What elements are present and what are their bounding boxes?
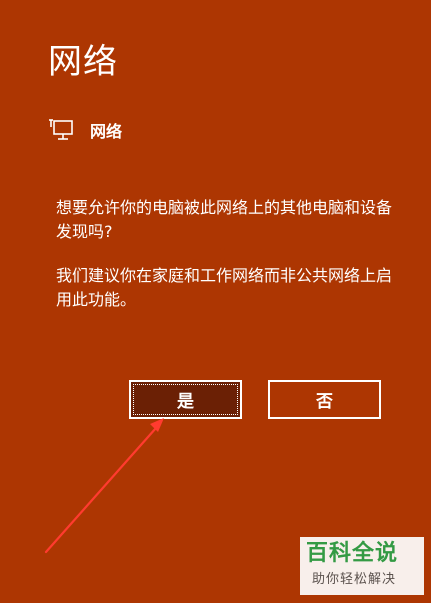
network-name: 网络 — [90, 122, 123, 141]
network-discovery-panel: 网络 网络 想要允许你的电脑被此网络上的其他电脑和设备发现吗? 我们建议你在家庭… — [0, 0, 431, 603]
yes-button[interactable]: 是 — [129, 380, 242, 419]
network-monitor-icon — [48, 117, 74, 143]
network-row: 网络 — [48, 115, 122, 145]
no-button[interactable]: 否 — [268, 380, 381, 419]
watermark-logo: 百科全说 助你轻松解决 — [300, 537, 424, 595]
panel-title: 网络 — [48, 42, 118, 82]
discovery-question: 想要允许你的电脑被此网络上的其他电脑和设备发现吗? — [56, 198, 393, 241]
discovery-recommendation: 我们建议你在家庭和工作网络而非公共网络上启用此功能。 — [56, 266, 393, 309]
watermark-subtitle: 助你轻松解决 — [312, 572, 397, 587]
watermark-title: 百科全说 — [306, 541, 399, 566]
